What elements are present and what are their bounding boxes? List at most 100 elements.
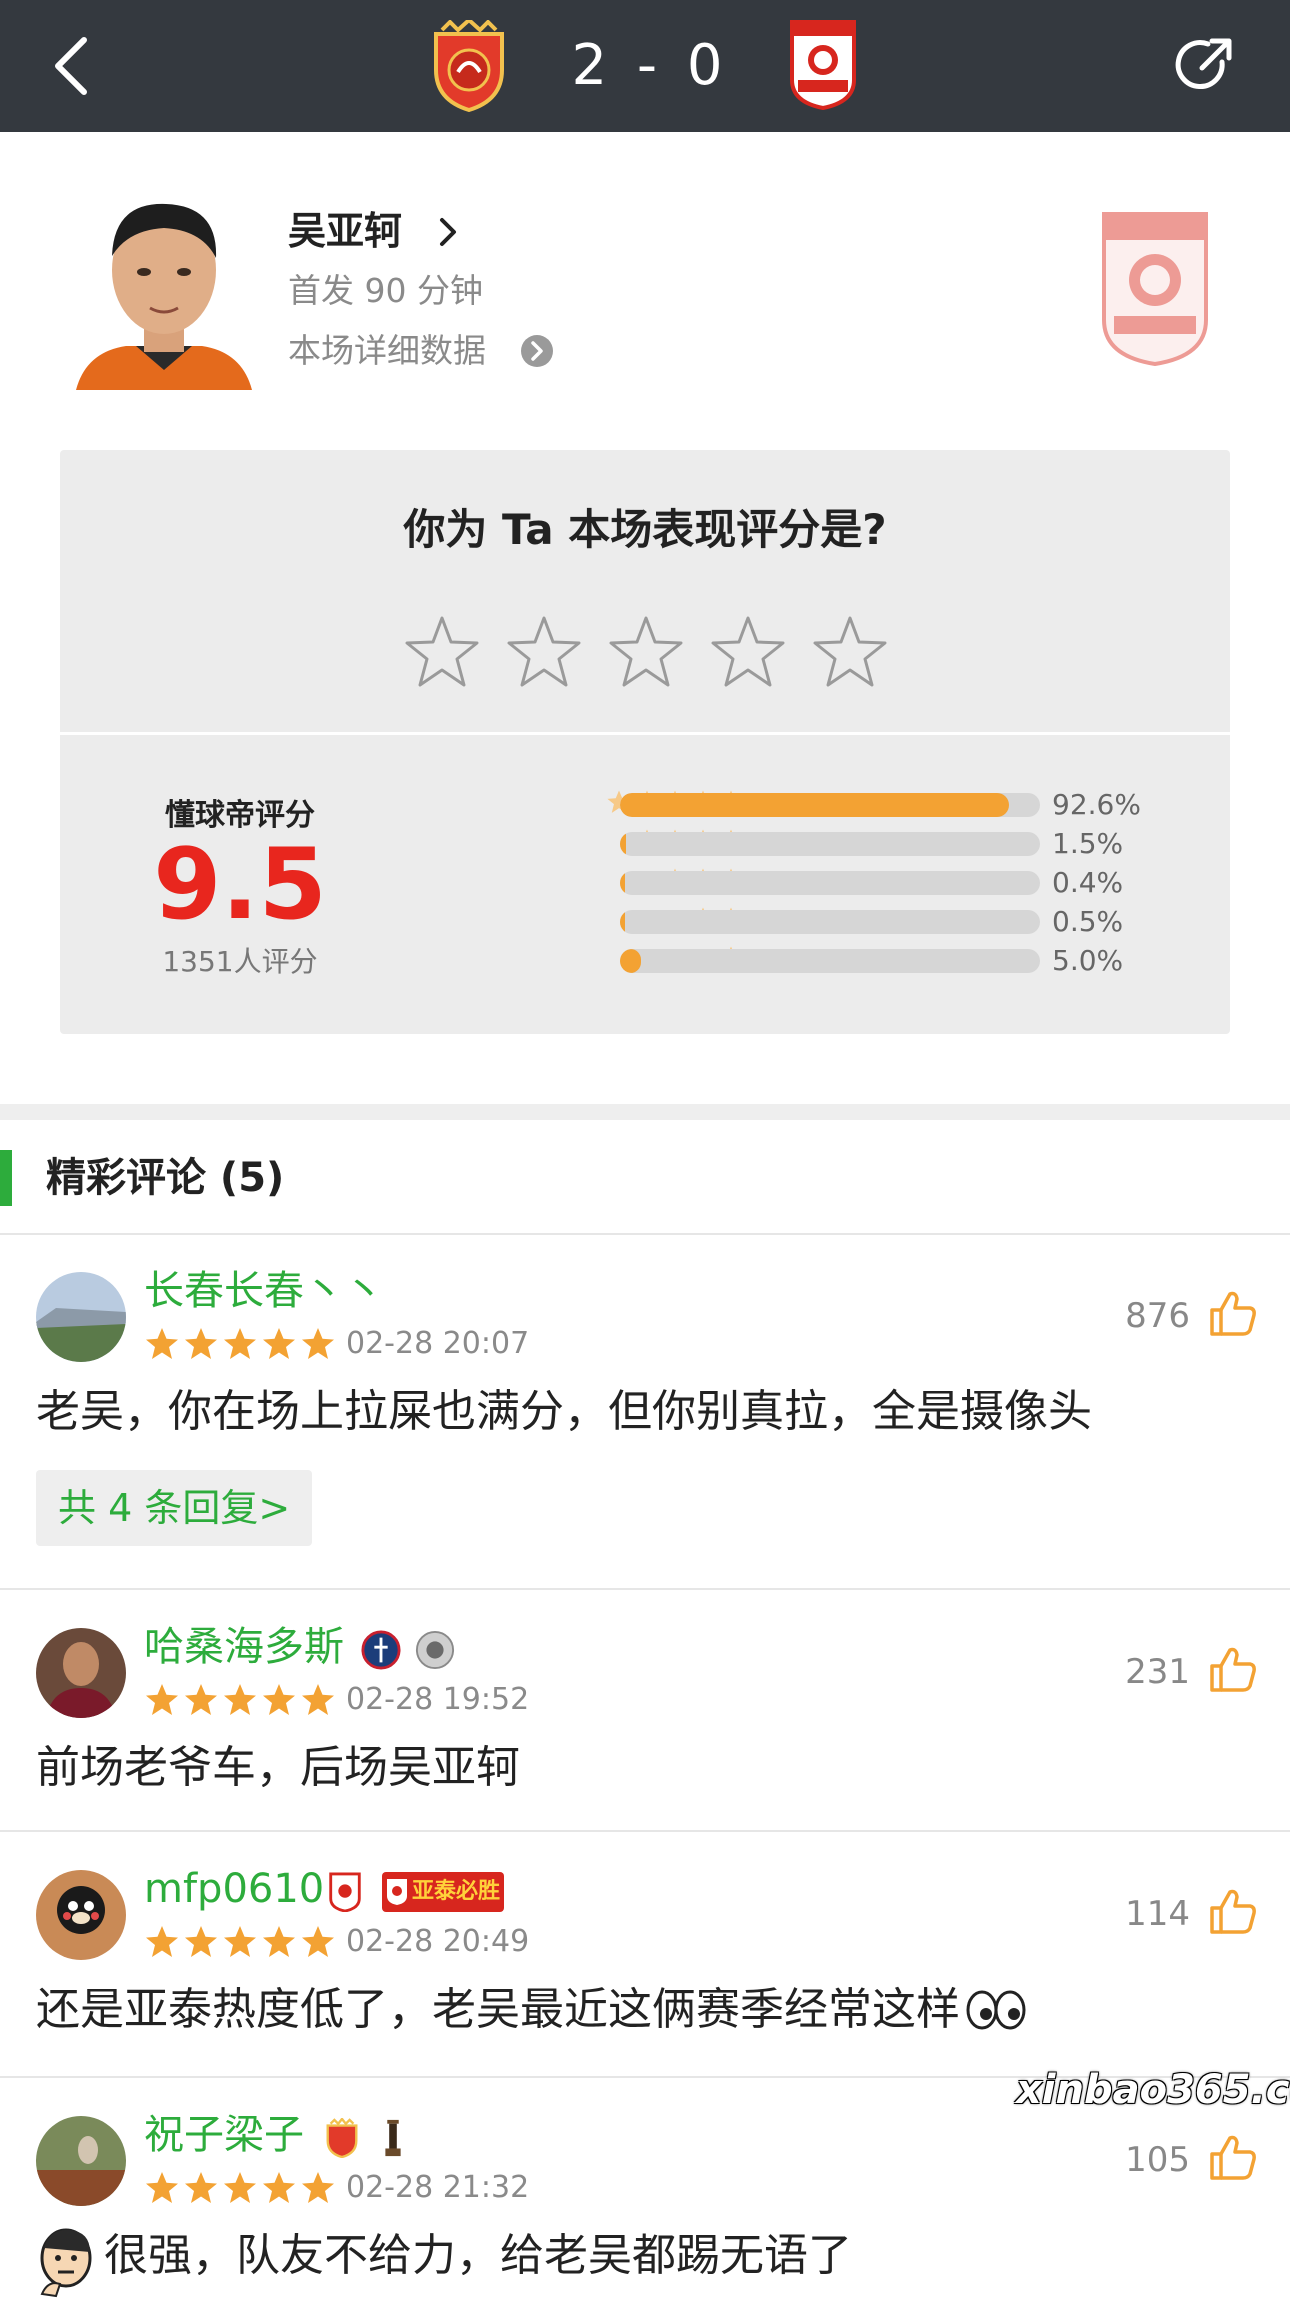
star-icon	[263, 1328, 295, 1359]
avatar[interactable]	[36, 1628, 126, 1718]
section-gap	[0, 1104, 1290, 1120]
user-level-badge-icon	[415, 1630, 455, 1670]
like-count: 114	[1125, 1894, 1190, 1934]
star-icon	[185, 2172, 217, 2203]
star-icon	[146, 1328, 178, 1359]
distribution-bar-track	[620, 793, 1040, 817]
thinking-face-emoji-icon	[40, 2228, 92, 2298]
match-score: 2 - 0	[571, 33, 729, 98]
distribution-bar-fill	[620, 910, 626, 934]
comment-text: 前场老爷车，后场吴亚轲	[36, 1742, 520, 1793]
star-icon	[302, 2172, 334, 2203]
star-icon	[224, 1926, 256, 1957]
rate-star-1-icon[interactable]	[404, 614, 480, 690]
match-detail-link[interactable]: 本场详细数据	[288, 326, 486, 376]
share-icon[interactable]	[1172, 34, 1236, 98]
comment-username[interactable]: 长春长春丶丶	[144, 1264, 384, 1318]
comment-text: 老吴，你在场上拉屎也满分，但你别真拉，全是摄像头	[36, 1386, 1092, 1437]
distribution-bar-fill	[620, 793, 1009, 817]
distribution-row: 1.5%	[410, 825, 1150, 861]
like-count: 876	[1125, 1296, 1190, 1336]
comment-text: 很强，队友不给力，给老吴都踢无语了	[104, 2230, 852, 2281]
eyes-emoji-icon	[966, 1990, 1026, 2030]
rating-count: 1351人评分	[162, 945, 318, 978]
player-photo	[76, 186, 252, 390]
view-replies-button[interactable]: 共 4 条回复>	[36, 1470, 313, 1546]
rate-star-5-icon[interactable]	[812, 614, 888, 690]
rating-card: 你为 Ta 本场表现评分是? 懂球帝评分 9.5 1351人评分 92.6% 1.…	[60, 450, 1230, 1034]
like-count: 231	[1125, 1652, 1190, 1692]
distribution-percent: 0.5%	[1052, 905, 1124, 938]
distribution-bar-fill	[620, 949, 641, 973]
watermark: xinbao365.cc	[1016, 2067, 1290, 2113]
back-arrow-icon[interactable]	[44, 30, 104, 102]
club-crest-icon	[1102, 212, 1208, 366]
changchun-yatai-badge-icon	[329, 1872, 361, 1912]
comment-username[interactable]: mfp0610	[144, 1862, 324, 1916]
comment-item: mfp0610 亚泰必胜 02-28 20:49 114 还是亚泰热度低了，老吴…	[0, 1832, 1290, 2078]
fan-badge: 亚泰必胜	[382, 1872, 504, 1912]
distribution-bar-track	[620, 832, 1040, 856]
star-icon	[302, 1684, 334, 1715]
comment-stars	[144, 1924, 339, 1960]
distribution-percent: 92.6%	[1052, 788, 1141, 821]
thumbs-up-icon[interactable]	[1208, 2132, 1258, 2182]
top-bar: 2 - 0	[0, 0, 1290, 132]
avatar[interactable]	[36, 2116, 126, 2206]
trophy-badge-icon	[385, 2119, 401, 2157]
rate-star-3-icon[interactable]	[608, 614, 684, 690]
comment-text: 还是亚泰热度低了，老吴最近这俩赛季经常这样	[36, 1980, 1028, 2040]
circle-arrow-right-icon[interactable]	[520, 334, 554, 368]
psg-badge-icon	[361, 1630, 401, 1670]
comment-time: 02-28 19:52	[346, 1682, 530, 1717]
star-icon	[185, 1684, 217, 1715]
changchun-yatai-badge-icon[interactable]	[788, 18, 858, 110]
player-minutes: 首发 90 分钟	[288, 271, 483, 310]
distribution-percent: 5.0%	[1052, 944, 1124, 977]
comment-time: 02-28 20:49	[346, 1924, 530, 1959]
star-icon	[263, 1684, 295, 1715]
star-icon	[185, 1926, 217, 1957]
star-icon	[263, 2172, 295, 2203]
distribution-row: 0.4%	[410, 864, 1150, 900]
section-accent-bar	[0, 1150, 12, 1206]
thumbs-up-icon[interactable]	[1208, 1886, 1258, 1936]
rate-star-4-icon[interactable]	[710, 614, 786, 690]
rate-star-2-icon[interactable]	[506, 614, 582, 690]
distribution-bar-fill	[620, 832, 627, 856]
user-rating-stars[interactable]	[404, 614, 904, 694]
star-icon	[263, 1926, 295, 1957]
star-icon	[224, 1328, 256, 1359]
changchun-yatai-badge-icon	[387, 1879, 407, 1905]
distribution-bar-fill	[620, 871, 626, 895]
comments-header: 精彩评论 (5)	[0, 1120, 1290, 1235]
distribution-bar-track	[620, 910, 1040, 934]
distribution-percent: 0.4%	[1052, 866, 1124, 899]
comment-stars	[144, 1326, 339, 1362]
chevron-right-icon[interactable]	[436, 216, 460, 248]
dqd-rating-score: 9.5	[153, 828, 327, 942]
star-icon	[185, 1328, 217, 1359]
comment-item: 长春长春丶丶 02-28 20:07 876 老吴，你在场上拉屎也满分，但你别真…	[0, 1234, 1290, 1590]
shanghai-sipg-badge-icon	[326, 2118, 358, 2158]
rating-question: 你为 Ta 本场表现评分是?	[403, 505, 887, 554]
thumbs-up-icon[interactable]	[1208, 1644, 1258, 1694]
distribution-bar-track	[620, 871, 1040, 895]
comment-time: 02-28 21:32	[346, 2170, 530, 2205]
comments-title: 精彩评论 (5)	[46, 1155, 285, 1201]
star-icon	[224, 1684, 256, 1715]
distribution-percent: 1.5%	[1052, 827, 1124, 860]
thumbs-up-icon[interactable]	[1208, 1288, 1258, 1338]
comment-time: 02-28 20:07	[346, 1326, 530, 1361]
shanghai-sipg-badge-icon[interactable]	[428, 20, 510, 112]
distribution-row: 0.5%	[410, 903, 1150, 939]
avatar[interactable]	[36, 1870, 126, 1960]
player-name[interactable]: 吴亚轲	[288, 206, 402, 256]
like-count: 105	[1125, 2140, 1190, 2180]
comment-username[interactable]: 祝子梁子	[144, 2108, 304, 2162]
comment-stars	[144, 1682, 339, 1718]
comment-stars	[144, 2170, 339, 2206]
comment-username[interactable]: 哈桑海多斯	[144, 1620, 344, 1674]
fan-badge-label: 亚泰必胜	[412, 1879, 501, 1904]
avatar[interactable]	[36, 1272, 126, 1362]
